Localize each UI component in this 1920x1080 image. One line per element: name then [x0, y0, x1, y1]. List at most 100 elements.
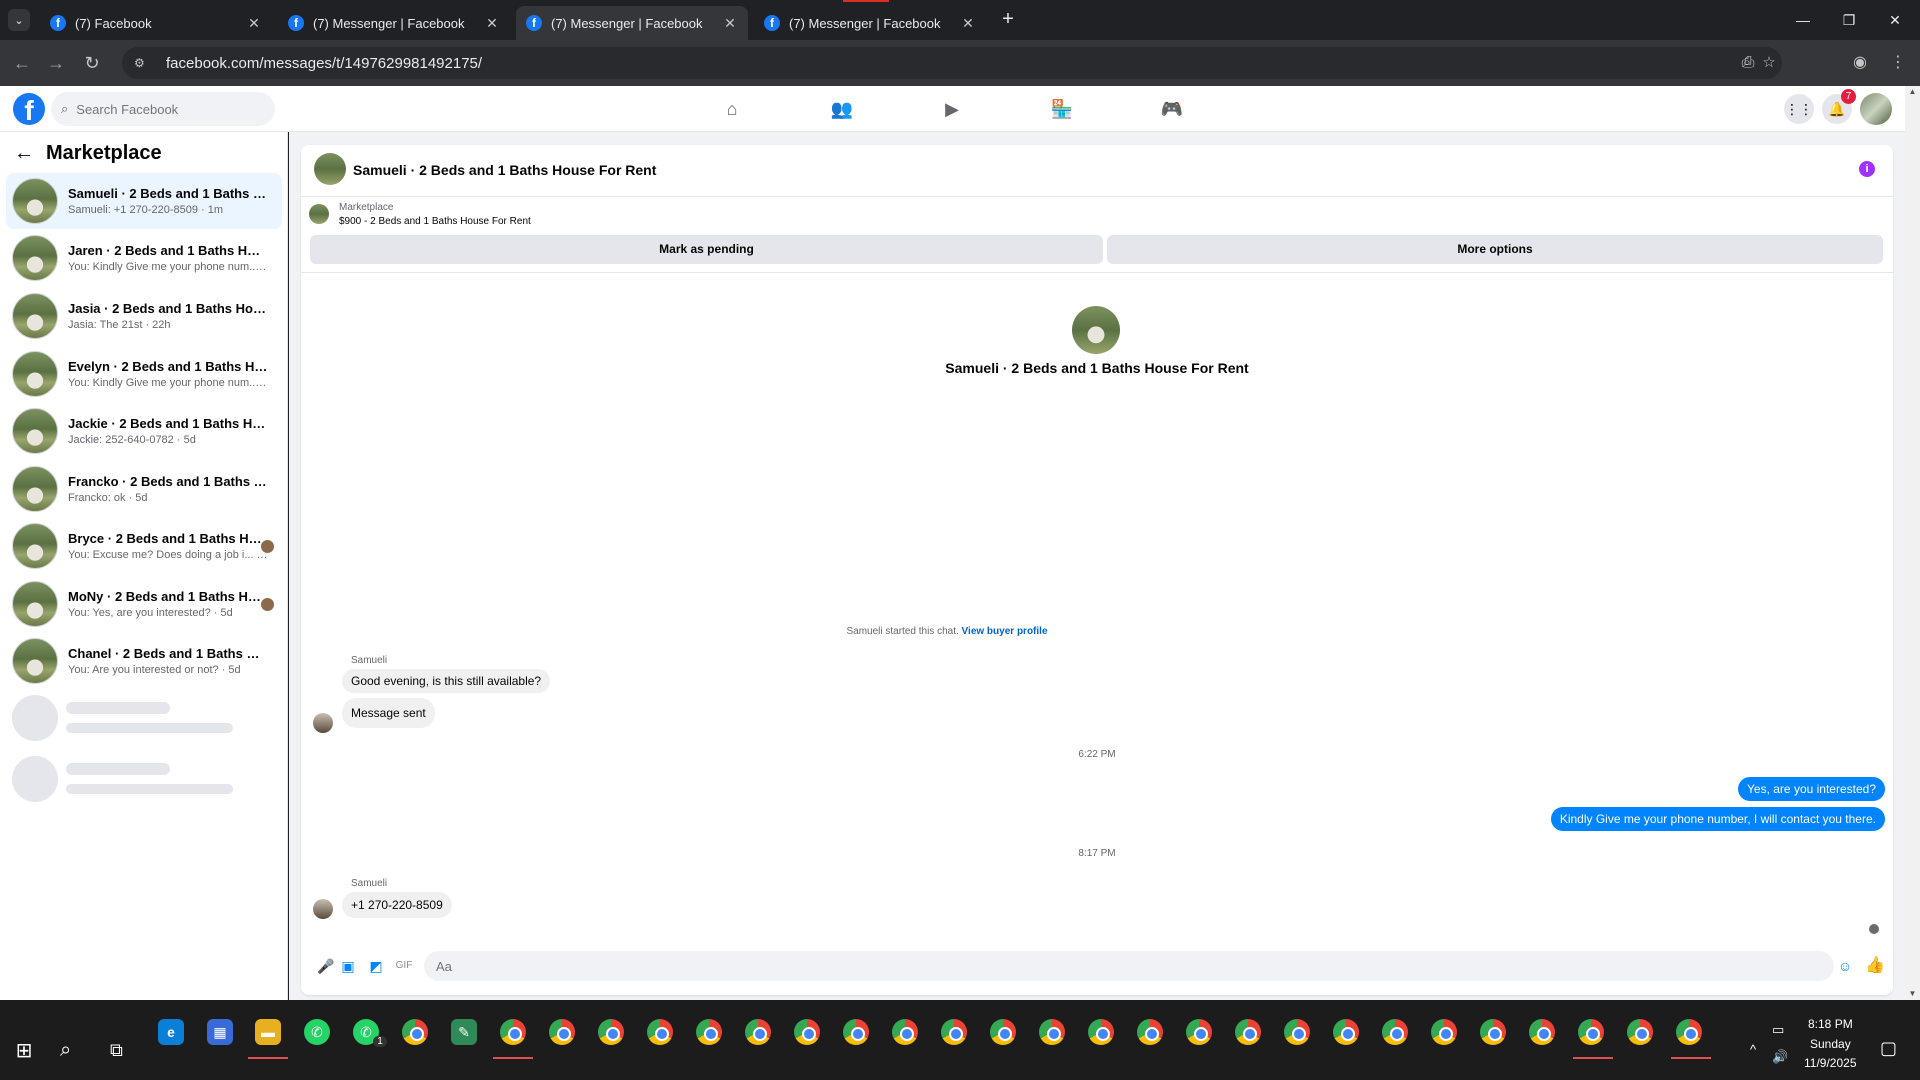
- conversation-item[interactable]: MoNy · 2 Beds and 1 Baths House For Rent…: [6, 576, 282, 632]
- menu-grid-icon[interactable]: ⋮⋮: [1784, 94, 1814, 124]
- chrome-icon[interactable]: [696, 1019, 722, 1045]
- chrome-icon[interactable]: [1333, 1019, 1359, 1045]
- volume-icon[interactable]: 🔊: [1772, 1049, 1788, 1065]
- tab-close-icon[interactable]: ✕: [722, 15, 738, 32]
- tab-search-chevron-icon[interactable]: ⌄: [8, 9, 30, 31]
- marketplace-icon[interactable]: 🏪: [1048, 95, 1076, 123]
- browser-tab-4[interactable]: f (7) Messenger | Facebook ✕: [754, 6, 986, 40]
- clock-time[interactable]: 8:18 PM: [1808, 1017, 1853, 1031]
- chrome-icon[interactable]: [1088, 1019, 1114, 1045]
- tab-close-icon[interactable]: ✕: [484, 15, 500, 32]
- microphone-icon[interactable]: 🎤: [317, 957, 335, 975]
- message-bubble[interactable]: +1 270-220-8509: [342, 892, 452, 918]
- chrome-icon[interactable]: [990, 1019, 1016, 1045]
- chat-avatar[interactable]: [314, 153, 346, 185]
- file-explorer-icon[interactable]: ▬: [255, 1019, 281, 1045]
- profile-icon[interactable]: ◉: [1848, 51, 1872, 75]
- chrome-icon[interactable]: [745, 1019, 771, 1045]
- sticker-icon[interactable]: ◩: [367, 957, 385, 975]
- restore-icon[interactable]: ❐: [1826, 6, 1872, 34]
- chrome-icon[interactable]: [941, 1019, 967, 1045]
- chrome-icon[interactable]: [500, 1019, 526, 1045]
- emoji-icon[interactable]: ☺: [1836, 957, 1854, 975]
- scroll-up-icon[interactable]: ▲: [1905, 86, 1920, 98]
- chrome-icon[interactable]: [1235, 1019, 1261, 1045]
- network-icon[interactable]: ▭: [1772, 1022, 1784, 1038]
- chrome-icon[interactable]: [598, 1019, 624, 1045]
- show-hidden-icons-chevron-icon[interactable]: ^: [1750, 1042, 1756, 1057]
- message-bubble-outgoing[interactable]: Yes, are you interested?: [1738, 777, 1885, 801]
- more-options-button[interactable]: More options: [1107, 235, 1883, 264]
- gif-icon[interactable]: GIF: [395, 957, 413, 975]
- conversation-item[interactable]: Jasia · 2 Beds and 1 Baths House For Ren…: [6, 288, 282, 344]
- chrome-icon[interactable]: [1382, 1019, 1408, 1045]
- search-icon[interactable]: ⌕: [60, 1039, 71, 1062]
- account-avatar[interactable]: [1860, 93, 1892, 125]
- install-app-icon[interactable]: ⎙: [1736, 51, 1760, 75]
- chrome-icon[interactable]: [549, 1019, 575, 1045]
- store-icon[interactable]: ▦: [207, 1019, 233, 1045]
- video-icon[interactable]: ▶: [938, 95, 966, 123]
- conversation-item[interactable]: Jaren · 2 Beds and 1 Baths House For Ren…: [6, 230, 282, 286]
- back-arrow-icon[interactable]: ←: [10, 51, 34, 75]
- photo-icon[interactable]: ▣: [339, 957, 357, 975]
- view-buyer-profile-link[interactable]: View buyer profile: [962, 626, 1048, 637]
- message-input[interactable]: [424, 951, 1834, 981]
- chrome-icon[interactable]: [402, 1019, 428, 1045]
- browser-tab-1[interactable]: f (7) Facebook ✕: [40, 6, 272, 40]
- address-bar[interactable]: ⚙ facebook.com/messages/t/14976299814921…: [122, 47, 1782, 79]
- site-info-icon[interactable]: ⚙: [134, 56, 154, 70]
- message-bubble[interactable]: Message sent: [342, 698, 435, 728]
- conversation-item[interactable]: Francko · 2 Beds and 1 Baths House For R…: [6, 461, 282, 517]
- chrome-icon[interactable]: [892, 1019, 918, 1045]
- tab-close-icon[interactable]: ✕: [246, 15, 262, 32]
- friends-icon[interactable]: 👥: [828, 95, 856, 123]
- bookmark-star-icon[interactable]: ☆: [1758, 47, 1780, 79]
- back-arrow-icon[interactable]: ←: [14, 142, 34, 165]
- conversation-item[interactable]: Samueli · 2 Beds and 1 Baths House For R…: [6, 173, 282, 229]
- message-bubble[interactable]: Good evening, is this still available?: [342, 669, 551, 693]
- chat-title[interactable]: Samueli · 2 Beds and 1 Baths House For R…: [353, 162, 656, 178]
- edge-icon[interactable]: e: [158, 1019, 184, 1045]
- facebook-logo-icon[interactable]: f: [13, 93, 45, 125]
- info-icon[interactable]: i: [1859, 161, 1875, 177]
- notepad-icon[interactable]: ✎: [451, 1019, 477, 1045]
- chrome-icon[interactable]: [1186, 1019, 1212, 1045]
- conversation-item[interactable]: Jackie · 2 Beds and 1 Baths House For Re…: [6, 403, 282, 459]
- browser-tab-3-active[interactable]: f (7) Messenger | Facebook ✕: [516, 6, 748, 40]
- conversation-item[interactable]: Evelyn · 2 Beds and 1 Baths House For Re…: [6, 346, 282, 402]
- notification-center-icon[interactable]: ▢: [1880, 1038, 1897, 1059]
- message-bubble-outgoing[interactable]: Kindly Give me your phone number, I will…: [1550, 807, 1885, 831]
- gaming-icon[interactable]: 🎮: [1158, 95, 1186, 123]
- chrome-icon[interactable]: [647, 1019, 673, 1045]
- chrome-icon[interactable]: [1137, 1019, 1163, 1045]
- close-window-icon[interactable]: ✕: [1872, 6, 1918, 34]
- conversation-item[interactable]: Chanel · 2 Beds and 1 Baths House For Re…: [6, 633, 282, 689]
- chrome-icon[interactable]: [843, 1019, 869, 1045]
- browser-menu-icon[interactable]: ⋮: [1886, 51, 1910, 75]
- new-tab-plus-icon[interactable]: +: [996, 8, 1020, 32]
- chrome-icon[interactable]: [1284, 1019, 1310, 1045]
- windows-start-icon[interactable]: ⊞: [12, 1039, 36, 1063]
- chrome-icon[interactable]: [1529, 1019, 1555, 1045]
- chrome-icon[interactable]: [1676, 1019, 1702, 1045]
- chrome-icon[interactable]: [1480, 1019, 1506, 1045]
- reload-icon[interactable]: ↻: [80, 51, 104, 75]
- clock-date[interactable]: 11/9/2025: [1804, 1056, 1857, 1070]
- chrome-icon[interactable]: [1039, 1019, 1065, 1045]
- home-icon[interactable]: ⌂: [718, 95, 746, 123]
- chrome-icon[interactable]: [1627, 1019, 1653, 1045]
- minimize-icon[interactable]: —: [1780, 6, 1826, 34]
- scroll-down-icon[interactable]: ▼: [1905, 988, 1920, 1000]
- url-text[interactable]: facebook.com/messages/t/1497629981492175…: [166, 55, 482, 72]
- facebook-search[interactable]: ⌕: [51, 92, 275, 126]
- like-thumbs-up-icon[interactable]: 👍: [1865, 957, 1885, 975]
- facebook-search-input[interactable]: [76, 101, 247, 117]
- whatsapp-icon[interactable]: ✆: [304, 1019, 330, 1045]
- conversation-item[interactable]: Bryce · 2 Beds and 1 Baths House For Ren…: [6, 518, 282, 574]
- tab-close-icon[interactable]: ✕: [960, 15, 976, 32]
- chrome-icon[interactable]: [794, 1019, 820, 1045]
- page-scrollbar[interactable]: ▲ ▼: [1905, 86, 1920, 1000]
- browser-tab-2[interactable]: f (7) Messenger | Facebook ✕: [278, 6, 510, 40]
- clock-day[interactable]: Sunday: [1810, 1037, 1851, 1051]
